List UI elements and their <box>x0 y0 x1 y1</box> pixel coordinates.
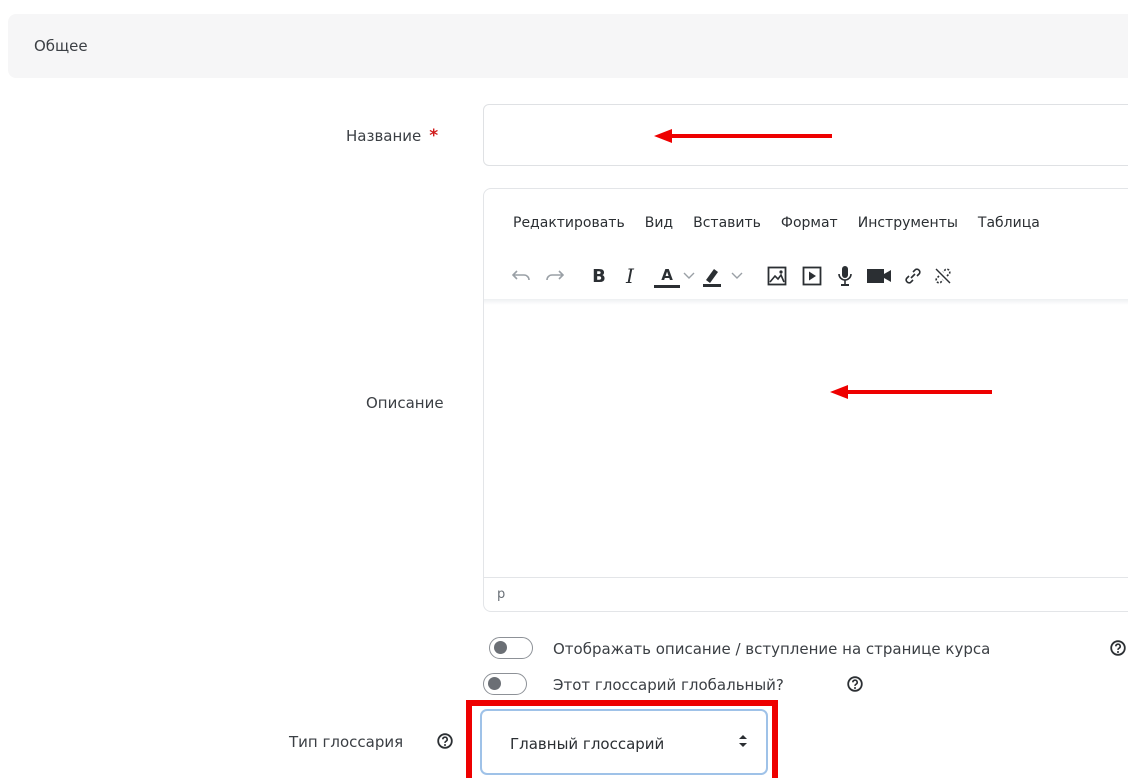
menu-edit[interactable]: Редактировать <box>513 215 625 231</box>
help-icon[interactable] <box>1110 640 1126 656</box>
section-header-general[interactable]: Общее <box>8 14 1128 78</box>
redo-icon[interactable] <box>536 261 572 291</box>
microphone-icon[interactable] <box>830 261 860 291</box>
arrow-annotation-name <box>654 129 832 143</box>
help-icon[interactable] <box>437 733 453 749</box>
glossary-type-value: Главный глоссарий <box>510 735 665 753</box>
menu-table[interactable]: Таблица <box>978 215 1040 231</box>
section-title: Общее <box>34 37 88 55</box>
global-glossary-toggle[interactable] <box>483 673 527 695</box>
editor-statusbar: p <box>484 577 1128 611</box>
toggle-knob <box>488 677 501 690</box>
glossary-type-select[interactable]: Главный глоссарий <box>480 709 768 775</box>
text-color-button[interactable]: A <box>654 265 680 288</box>
text-color-chevron-icon[interactable] <box>680 261 698 291</box>
help-icon[interactable] <box>847 676 863 692</box>
description-label: Описание <box>366 394 444 412</box>
show-description-toggle[interactable] <box>489 637 533 659</box>
bold-button[interactable]: B <box>584 261 614 291</box>
editor-toolbar: B I A <box>508 259 958 293</box>
description-editor[interactable]: Редактировать Вид Вставить Формат Инстру… <box>483 188 1128 612</box>
video-camera-icon[interactable] <box>860 261 898 291</box>
toggle-knob <box>494 641 507 654</box>
global-glossary-label: Этот глоссарий глобальный? <box>553 676 784 694</box>
select-arrows-icon <box>739 735 747 747</box>
required-star: * <box>429 126 439 146</box>
name-label-text: Название <box>346 127 422 145</box>
menu-format[interactable]: Формат <box>781 215 838 231</box>
editor-menubar: Редактировать Вид Вставить Формат Инстру… <box>513 215 1060 231</box>
menu-view[interactable]: Вид <box>645 215 673 231</box>
highlight-icon[interactable] <box>698 261 726 291</box>
unlink-icon[interactable] <box>928 261 958 291</box>
menu-tools[interactable]: Инструменты <box>858 215 958 231</box>
undo-icon[interactable] <box>508 261 536 291</box>
media-icon[interactable] <box>794 261 830 291</box>
highlight-chevron-icon[interactable] <box>726 261 748 291</box>
glossary-type-label: Тип глоссария <box>289 733 404 751</box>
arrow-annotation-description <box>830 385 992 399</box>
toolbar-divider <box>484 299 1128 305</box>
name-label: Название * <box>346 126 438 146</box>
element-path[interactable]: p <box>497 587 505 602</box>
glossary-settings-form: Общее Название * Описание Редактировать В… <box>0 0 1128 778</box>
link-icon[interactable] <box>898 261 928 291</box>
image-icon[interactable] <box>760 261 794 291</box>
menu-insert[interactable]: Вставить <box>693 215 761 231</box>
show-description-label: Отображать описание / вступление на стра… <box>553 640 991 658</box>
italic-button[interactable]: I <box>614 261 646 291</box>
